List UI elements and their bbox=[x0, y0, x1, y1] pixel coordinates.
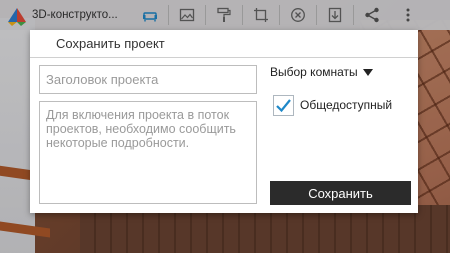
public-checkbox-label: Общедоступный bbox=[300, 98, 393, 112]
project-title-input[interactable] bbox=[39, 65, 257, 94]
public-toggle-row[interactable]: Общедоступный bbox=[273, 94, 392, 116]
dropdown-arrow-icon bbox=[362, 68, 373, 76]
room-select-label: Выбор комнаты bbox=[270, 65, 358, 79]
save-button[interactable]: Сохранить bbox=[270, 181, 411, 205]
save-project-dialog: Сохранить проект Выбор комнаты Общедосту… bbox=[30, 30, 418, 213]
project-description-input[interactable] bbox=[39, 101, 257, 204]
dialog-title: Сохранить проект bbox=[30, 30, 418, 58]
public-checkbox[interactable] bbox=[273, 94, 294, 116]
checkmark-icon bbox=[276, 98, 291, 112]
room-select-dropdown[interactable]: Выбор комнаты bbox=[270, 64, 373, 80]
